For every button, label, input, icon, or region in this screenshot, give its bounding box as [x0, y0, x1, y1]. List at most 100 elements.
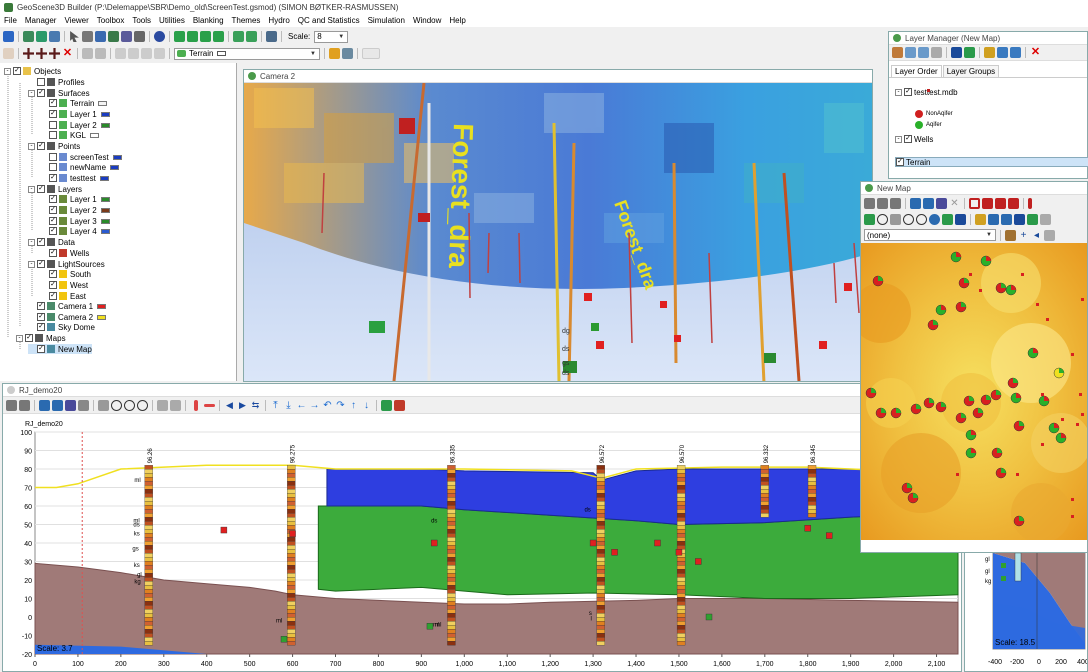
tree-item-south[interactable]: ✓ South	[40, 269, 91, 279]
visibility-checkbox[interactable]	[37, 78, 45, 86]
up-icon[interactable]	[997, 47, 1008, 58]
forward-icon[interactable]	[95, 48, 106, 59]
stack-icon[interactable]	[1001, 213, 1012, 225]
menu-simulation[interactable]: Simulation	[364, 16, 409, 25]
scale-select[interactable]: 8 ▼	[314, 30, 349, 43]
map-well-symbol[interactable]	[1010, 392, 1022, 404]
layer-item-nonaqifer[interactable]: NonAqifer	[915, 109, 953, 119]
collapse-icon[interactable]: -	[28, 142, 35, 150]
map-well-symbol[interactable]	[991, 447, 1003, 459]
arrow-icon[interactable]	[1027, 213, 1038, 225]
menu-help[interactable]: Help	[445, 16, 469, 25]
map-well-symbol[interactable]	[901, 482, 913, 494]
down-icon[interactable]	[1010, 47, 1021, 58]
swap-icon[interactable]: ⇆	[250, 400, 261, 411]
tree-item-new-map[interactable]: ✓ New Map	[28, 344, 92, 354]
collapse-icon[interactable]: -	[895, 135, 902, 143]
layer-item-wells[interactable]: - ✓ Wells	[895, 134, 933, 144]
tree-item-layer-1[interactable]: ✓ Layer 1	[40, 194, 110, 204]
arrow-left-icon[interactable]: ◀	[224, 400, 235, 411]
map-well-symbol[interactable]	[1038, 395, 1050, 407]
vertical-line-icon[interactable]	[194, 399, 198, 411]
tree-item-layers[interactable]: - ✓ Layers	[28, 184, 82, 194]
map-well-symbol[interactable]	[995, 282, 1007, 294]
move-top-icon[interactable]: ⤒	[270, 400, 281, 411]
well-column[interactable]: 96.572	[596, 444, 606, 646]
refresh-icon[interactable]	[942, 213, 953, 225]
move-bottom-icon[interactable]: ⤓	[283, 400, 294, 411]
select-icon[interactable]	[82, 31, 93, 42]
menu-blanking[interactable]: Blanking	[189, 16, 228, 25]
navigate-icon[interactable]	[923, 197, 934, 209]
map-well-symbol[interactable]	[972, 407, 984, 419]
visibility-checkbox[interactable]: ✓	[49, 99, 57, 107]
map-well-symbol[interactable]	[1013, 515, 1025, 527]
map-well-symbol[interactable]	[910, 403, 922, 415]
map-well-symbol[interactable]	[927, 319, 939, 331]
arrow-right-icon[interactable]: ▶	[237, 400, 248, 411]
menu-manager[interactable]: Manager	[21, 16, 61, 25]
visibility-checkbox[interactable]	[49, 163, 57, 171]
add-group-icon[interactable]	[905, 47, 916, 58]
map-well-symbol[interactable]	[995, 467, 1007, 479]
marker-icon[interactable]	[1028, 197, 1032, 209]
pencil-icon[interactable]	[329, 48, 340, 59]
tree-item-layer-1[interactable]: ✓ Layer 1	[40, 109, 110, 119]
tree-item-layer-3[interactable]: ✓ Layer 3	[40, 216, 110, 226]
visibility-checkbox[interactable]	[49, 153, 57, 161]
collapse-icon[interactable]: -	[4, 67, 11, 75]
settings-icon[interactable]	[266, 31, 277, 42]
settings-icon[interactable]	[1040, 213, 1051, 225]
layer-item-terrain[interactable]: ✓ Terrain	[895, 157, 1088, 167]
well-column[interactable]: 96.275	[287, 444, 296, 646]
map-well-symbol[interactable]	[865, 387, 877, 399]
attributes-icon[interactable]	[1044, 229, 1055, 241]
pointer-icon[interactable]	[6, 399, 17, 411]
pointer-icon[interactable]	[864, 197, 875, 209]
map-canvas[interactable]	[861, 243, 1087, 540]
map-well-symbol[interactable]	[963, 395, 975, 407]
collapse-icon[interactable]: -	[16, 334, 23, 342]
visibility-checkbox[interactable]: ✓	[904, 88, 912, 96]
edit-points-icon[interactable]	[342, 48, 353, 59]
map-well-symbol[interactable]	[958, 277, 970, 289]
map-well-symbol[interactable]	[965, 429, 977, 441]
tree-item-kgl[interactable]: KGL	[40, 130, 100, 140]
close-tool-icon[interactable]: ✕	[949, 198, 960, 209]
collapse-icon[interactable]: -	[28, 185, 35, 193]
fly-icon[interactable]	[121, 31, 132, 42]
tree-item-newname[interactable]: newName	[40, 162, 120, 172]
hand-icon[interactable]	[98, 399, 109, 411]
visibility-checkbox[interactable]: ✓	[896, 158, 904, 166]
menu-qc-and-statistics[interactable]: QC and Statistics	[294, 16, 364, 25]
move-up-icon[interactable]: ↑	[348, 400, 359, 411]
map-layer-select[interactable]: (none) ▼	[864, 229, 996, 241]
map-well-symbol[interactable]	[872, 275, 884, 287]
visibility-checkbox[interactable]: ✓	[37, 260, 45, 268]
back-icon[interactable]	[157, 399, 168, 411]
record-icon[interactable]	[154, 48, 165, 59]
tree-item-objects[interactable]: - ✓ Objects	[4, 66, 61, 76]
play-icon[interactable]	[115, 48, 126, 59]
blank-button[interactable]	[362, 48, 380, 59]
zoom-icon[interactable]	[877, 213, 888, 225]
collapse-icon[interactable]: -	[28, 260, 35, 268]
tree-item-lightsources[interactable]: - ✓ LightSources	[28, 259, 105, 269]
visibility-checkbox[interactable]: ✓	[49, 270, 57, 278]
plus-icon[interactable]: +	[1018, 230, 1029, 241]
visibility-checkbox[interactable]: ✓	[49, 174, 57, 182]
visibility-checkbox[interactable]: ✓	[49, 217, 57, 225]
tree-item-east[interactable]: ✓ East	[40, 291, 86, 301]
tree-item-camera-2[interactable]: ✓ Camera 2	[28, 312, 107, 322]
select-all-icon[interactable]	[982, 197, 993, 209]
camera-icon[interactable]	[910, 197, 921, 209]
menu-viewer[interactable]: Viewer	[60, 16, 92, 25]
fly-icon[interactable]	[65, 399, 76, 411]
map-well-symbol[interactable]	[907, 492, 919, 504]
tab-layer-order[interactable]: Layer Order	[891, 65, 942, 77]
hand-icon[interactable]	[890, 213, 901, 225]
visibility-checkbox[interactable]: ✓	[25, 334, 33, 342]
add-item-icon[interactable]	[49, 48, 60, 59]
zoom-in-icon[interactable]	[111, 399, 122, 411]
move-left-icon[interactable]: ←	[296, 400, 307, 411]
